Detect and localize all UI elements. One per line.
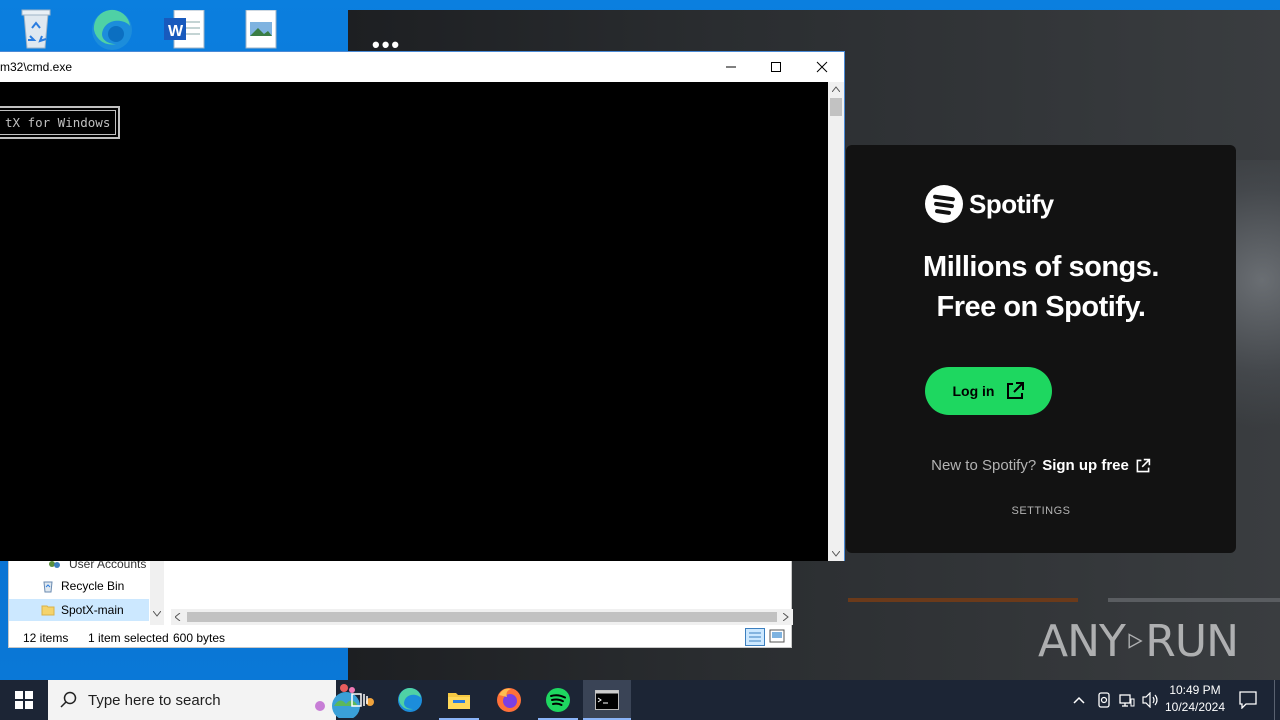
item-count: 12 items — [23, 631, 69, 645]
maximize-icon — [771, 62, 781, 72]
folder-icon — [41, 605, 55, 616]
command-prompt-icon — [595, 690, 619, 710]
taskbar-cmd[interactable] — [583, 680, 631, 720]
volume-button[interactable] — [1140, 680, 1162, 720]
taskbar: Type here to search 10:49 PM 10/24/2024 — [0, 680, 1280, 720]
scroll-up-icon[interactable] — [832, 86, 840, 92]
file-explorer-window: User Accounts Recycle Bin SpotX-main 12 … — [8, 557, 793, 648]
settings-link[interactable]: SETTINGS — [846, 505, 1236, 517]
watermark-any: ANY — [1038, 615, 1126, 667]
horizontal-scrollbar[interactable] — [171, 609, 793, 625]
headline: Millions of songs. Free on Spotify. — [846, 247, 1236, 327]
close-icon — [816, 61, 828, 73]
nav-item-label: Recycle Bin — [61, 579, 125, 593]
console-output[interactable]: tX for Windows — [0, 82, 828, 561]
spotify-wordmark: Spotify — [969, 188, 1054, 219]
tray-device-button[interactable] — [1093, 680, 1115, 720]
task-view-button[interactable] — [340, 680, 380, 720]
console-banner-box: tX for Windows — [0, 106, 120, 139]
edge-icon — [398, 687, 422, 712]
edge-desktop-icon[interactable] — [88, 6, 132, 50]
clock-time: 10:49 PM — [1169, 683, 1221, 697]
file-explorer-icon — [448, 693, 470, 709]
taskbar-spotify[interactable] — [538, 680, 578, 720]
taskbar-edge[interactable] — [390, 680, 430, 720]
task-view-icon — [351, 693, 368, 707]
console-banner-text: tX for Windows — [0, 110, 116, 135]
cmd-titlebar[interactable]: m32\cmd.exe — [0, 52, 844, 82]
maximize-button[interactable] — [753, 52, 799, 82]
play-logo-icon — [1128, 633, 1143, 649]
chevron-up-icon — [1073, 696, 1085, 704]
volume-bar — [1108, 598, 1280, 602]
close-button[interactable] — [799, 52, 845, 82]
scroll-down-icon[interactable] — [832, 551, 840, 557]
speaker-icon — [1142, 692, 1158, 708]
nav-item-label: SpotX-main — [61, 603, 124, 617]
taskbar-file-explorer[interactable] — [439, 680, 479, 720]
spotify-icon — [546, 688, 570, 712]
word-document-icon[interactable]: W — [164, 9, 208, 54]
status-bar: 12 items 1 item selected 600 bytes — [9, 627, 791, 647]
taskbar-firefox[interactable] — [489, 680, 529, 720]
scroll-thumb[interactable] — [830, 98, 842, 116]
show-hidden-icons-button[interactable] — [1068, 680, 1090, 720]
headline-line-2: Free on Spotify. — [936, 291, 1146, 323]
scroll-down-icon[interactable] — [153, 611, 161, 617]
spotify-logo: Spotify — [925, 185, 1165, 223]
network-button[interactable] — [1116, 680, 1138, 720]
users-icon — [49, 561, 60, 568]
minimize-button[interactable] — [708, 52, 754, 82]
taskbar-clock[interactable]: 10:49 PM 10/24/2024 — [1160, 682, 1230, 718]
spotify-mark-icon — [925, 185, 963, 223]
nav-item-recycle-bin[interactable]: Recycle Bin — [9, 575, 149, 597]
clock-date: 10/24/2024 — [1164, 700, 1226, 714]
navigation-pane: User Accounts Recycle Bin SpotX-main — [9, 557, 164, 625]
watermark-run: RUN — [1145, 615, 1239, 667]
selection-size: 600 bytes — [173, 631, 226, 645]
search-icon — [60, 691, 77, 708]
scroll-right-icon[interactable] — [783, 613, 789, 621]
large-icons-view-icon[interactable] — [769, 629, 785, 643]
windows-logo-icon — [15, 691, 33, 709]
taskbar-search-box[interactable]: Type here to search — [48, 680, 374, 720]
notification-icon — [1239, 691, 1257, 709]
details-view-icon[interactable] — [745, 628, 765, 646]
signup-row: New to Spotify? Sign up free — [846, 457, 1236, 474]
network-icon — [1119, 694, 1135, 707]
search-placeholder: Type here to search — [88, 691, 221, 709]
headline-line-1: Millions of songs. — [923, 251, 1159, 283]
device-icon — [1098, 692, 1110, 708]
new-to-spotify-label: New to Spotify? — [931, 457, 1037, 474]
scroll-thumb[interactable] — [187, 612, 777, 622]
login-label: Log in — [952, 383, 995, 399]
firefox-icon — [497, 688, 521, 712]
external-link-icon — [1136, 458, 1151, 472]
nav-item-spotx-main[interactable]: SpotX-main — [9, 599, 149, 621]
desktop: W ••• Spotify Millions of songs. Free on… — [0, 0, 1280, 680]
scroll-left-icon[interactable] — [175, 613, 181, 621]
progress-bar — [848, 598, 1078, 602]
notifications-button[interactable] — [1232, 680, 1264, 720]
window-title: m32\cmd.exe — [0, 60, 73, 74]
external-link-icon — [1006, 382, 1024, 399]
anyrun-watermark: ANY RUN — [1038, 608, 1239, 674]
signup-link[interactable]: Sign up free — [1042, 457, 1129, 474]
cmd-window: m32\cmd.exe tX for Windows — [0, 51, 845, 561]
spotify-login-panel: Spotify Millions of songs. Free on Spoti… — [846, 145, 1236, 553]
recycle-bin-icon — [43, 581, 53, 593]
show-desktop-button[interactable] — [1274, 680, 1275, 720]
recycle-bin-desktop-icon[interactable] — [14, 6, 58, 50]
image-file-icon[interactable] — [244, 9, 288, 54]
start-button[interactable] — [0, 680, 48, 720]
login-button[interactable]: Log in — [925, 367, 1052, 415]
selection-count: 1 item selected — [88, 631, 169, 645]
nav-scrollbar[interactable] — [150, 561, 164, 625]
cmd-vertical-scrollbar[interactable] — [828, 82, 844, 561]
svg-text:W: W — [168, 23, 184, 40]
minimize-icon — [726, 66, 736, 68]
